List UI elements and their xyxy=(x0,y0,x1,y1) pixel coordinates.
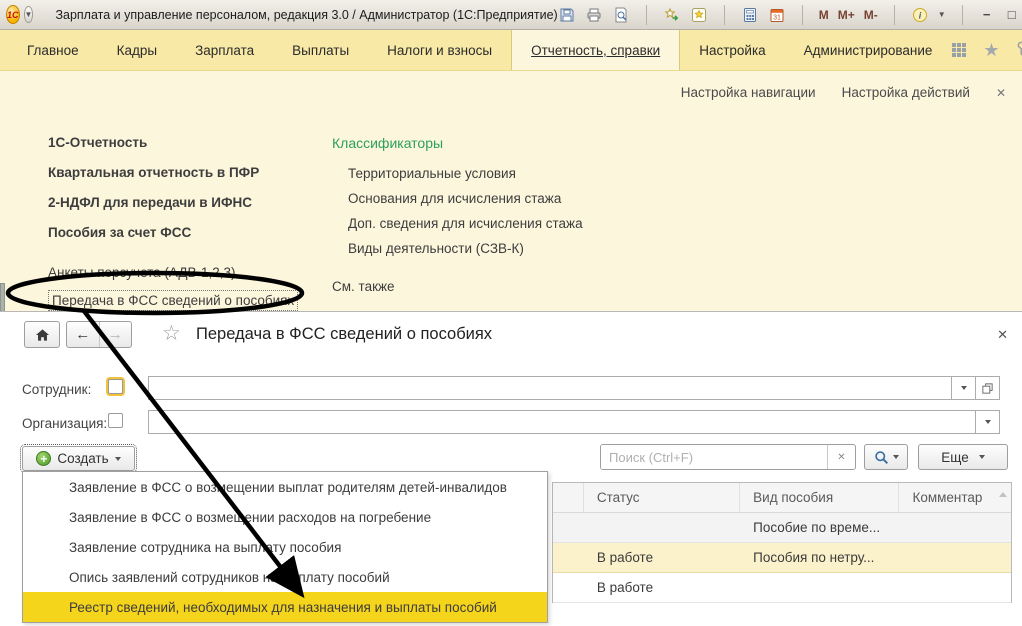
favorites-star-icon[interactable]: ★ xyxy=(983,41,999,59)
app-window: 1С ▼ Зарплата и управление персоналом, р… xyxy=(0,0,1022,626)
create-button[interactable]: + Создать xyxy=(22,446,135,471)
calendar-icon[interactable]: 31 xyxy=(768,6,786,24)
classifiers-header: Классификаторы xyxy=(332,133,583,153)
tab-nalogi[interactable]: Налоги и взносы xyxy=(368,30,511,70)
table-row[interactable]: Пособие по време... xyxy=(553,513,1011,543)
link-ankety-persucheta[interactable]: Анкеты персучета (АДВ-1,2,3) xyxy=(48,259,298,287)
search-button[interactable] xyxy=(864,444,908,470)
chevron-down-icon xyxy=(893,455,899,459)
app-menu-button[interactable]: ▼ xyxy=(24,6,34,23)
search-field: ✕ xyxy=(600,444,856,470)
more-button[interactable]: Еще xyxy=(918,444,1008,470)
history-icon[interactable] xyxy=(1016,40,1022,60)
link-osnovaniya-stazha[interactable]: Основания для исчисления стажа xyxy=(348,186,583,211)
form-close-icon[interactable]: ✕ xyxy=(997,327,1008,343)
link-vidy-deyatelnosti[interactable]: Виды деятельности (СЗВ-К) xyxy=(348,236,583,261)
forward-button[interactable]: → xyxy=(100,322,132,347)
table-row[interactable]: В работе xyxy=(553,573,1011,603)
tab-vyplaty[interactable]: Выплаты xyxy=(273,30,368,70)
svg-text:31: 31 xyxy=(773,14,781,21)
calculator-icon[interactable] xyxy=(741,6,759,24)
divider xyxy=(802,5,803,25)
info-icon[interactable]: i xyxy=(911,6,929,24)
all-functions-grid-icon[interactable] xyxy=(951,42,967,58)
chevron-down-icon xyxy=(979,455,985,459)
add-favorite-icon[interactable] xyxy=(663,6,681,24)
see-also-header: См. также xyxy=(332,279,583,294)
link-kvartalnaya-pfr[interactable]: Квартальная отчетность в ПФР xyxy=(48,158,298,188)
print-icon[interactable] xyxy=(585,6,603,24)
1c-logo-icon: 1С xyxy=(6,5,20,24)
organization-label: Организация: xyxy=(22,416,107,431)
memory-m-button[interactable]: M xyxy=(819,8,829,22)
employee-input[interactable] xyxy=(148,376,952,400)
memory-m-minus-button[interactable]: M- xyxy=(864,8,878,22)
reports-section-panel: Настройка навигации Настройка действий ✕… xyxy=(0,71,1022,311)
divider xyxy=(646,5,647,25)
form-title: Передача в ФСС сведений о пособиях xyxy=(196,325,492,344)
minimize-button[interactable]: − xyxy=(979,7,995,22)
tab-nastroyka[interactable]: Настройка xyxy=(680,30,784,70)
menu-item-opis-zayavleniy[interactable]: Опись заявлений сотрудников на выплату п… xyxy=(23,562,547,592)
print-preview-icon[interactable] xyxy=(612,6,630,24)
home-button[interactable] xyxy=(24,321,60,348)
fss-transfer-form: ← → ☆ Передача в ФСС сведений о пособиях… xyxy=(0,311,1022,626)
organization-input[interactable] xyxy=(148,410,976,434)
plus-icon: + xyxy=(36,451,51,466)
history-nav-group: ← → xyxy=(66,321,132,348)
employee-open-button[interactable] xyxy=(976,376,1000,400)
tab-otchetnost[interactable]: Отчетность, справки xyxy=(511,30,680,70)
table-row-selected[interactable]: В работе Пособия по нетру... xyxy=(553,543,1011,573)
action-settings-link[interactable]: Настройка действий xyxy=(842,85,970,100)
tab-zarplata[interactable]: Зарплата xyxy=(176,30,273,70)
employee-label: Сотрудник: xyxy=(22,382,91,397)
link-peredacha-fss[interactable]: Передача в ФСС сведений о пособиях xyxy=(48,290,298,311)
column-comment[interactable]: Комментар xyxy=(899,483,1011,512)
tab-glavnoe[interactable]: Главное xyxy=(8,30,98,70)
save-icon[interactable] xyxy=(558,6,576,24)
section-tab-bar: Главное Кадры Зарплата Выплаты Налоги и … xyxy=(0,30,1022,71)
link-territorialnye-usloviya[interactable]: Территориальные условия xyxy=(348,161,583,186)
menu-item-zayavlenie-deti-invalidy[interactable]: Заявление в ФСС о возмещении выплат роди… xyxy=(23,472,547,502)
create-dropdown-menu: Заявление в ФСС о возмещении выплат роди… xyxy=(22,471,548,623)
panel-close-icon[interactable]: ✕ xyxy=(996,86,1006,100)
table-header[interactable]: Статус Вид пособия Комментар xyxy=(553,483,1011,513)
window-title: Зарплата и управление персоналом, редакц… xyxy=(55,8,557,22)
favorite-star-icon[interactable]: ☆ xyxy=(162,321,181,346)
menu-item-reestr-svedeniy[interactable]: Реестр сведений, необходимых для назначе… xyxy=(23,592,547,622)
benefits-table: Статус Вид пособия Комментар Пособие по … xyxy=(552,482,1012,603)
menu-item-zayavlenie-pogrebenie[interactable]: Заявление в ФСС о возмещении расходов на… xyxy=(23,502,547,532)
memory-m-plus-button[interactable]: M+ xyxy=(838,8,855,22)
employee-checkbox[interactable] xyxy=(108,379,123,394)
organization-dropdown-button[interactable] xyxy=(976,410,1000,434)
tab-administrirovanie[interactable]: Администрирование xyxy=(785,30,952,70)
search-input[interactable] xyxy=(601,445,827,469)
info-dropdown-icon[interactable]: ▼ xyxy=(938,10,946,19)
divider xyxy=(724,5,725,25)
column-status[interactable]: Статус xyxy=(584,483,740,512)
navigation-settings-link[interactable]: Настройка навигации xyxy=(681,85,816,100)
divider xyxy=(962,5,963,25)
tab-kadry[interactable]: Кадры xyxy=(98,30,176,70)
divider xyxy=(894,5,895,25)
favorites-icon[interactable] xyxy=(690,6,708,24)
title-bar: 1С ▼ Зарплата и управление персоналом, р… xyxy=(0,0,1022,30)
link-posobiya-fss[interactable]: Пособия за счет ФСС xyxy=(48,218,298,248)
organization-checkbox[interactable] xyxy=(108,413,123,428)
link-dop-svedeniya-stazha[interactable]: Доп. сведения для исчисления стажа xyxy=(348,211,583,236)
column-benefit[interactable]: Вид пособия xyxy=(740,483,899,512)
back-button[interactable]: ← xyxy=(67,322,100,347)
search-clear-icon[interactable]: ✕ xyxy=(827,445,855,469)
menu-item-zayavlenie-sotrudnika[interactable]: Заявление сотрудника на выплату пособия xyxy=(23,532,547,562)
sort-indicator-icon xyxy=(999,492,1007,497)
link-1c-otchetnost[interactable]: 1С-Отчетность xyxy=(48,128,298,158)
employee-dropdown-button[interactable] xyxy=(952,376,976,400)
link-2ndfl-ifns[interactable]: 2-НДФЛ для передачи в ИФНС xyxy=(48,188,298,218)
chevron-down-icon xyxy=(115,457,121,461)
maximize-button[interactable]: □ xyxy=(1004,7,1020,22)
